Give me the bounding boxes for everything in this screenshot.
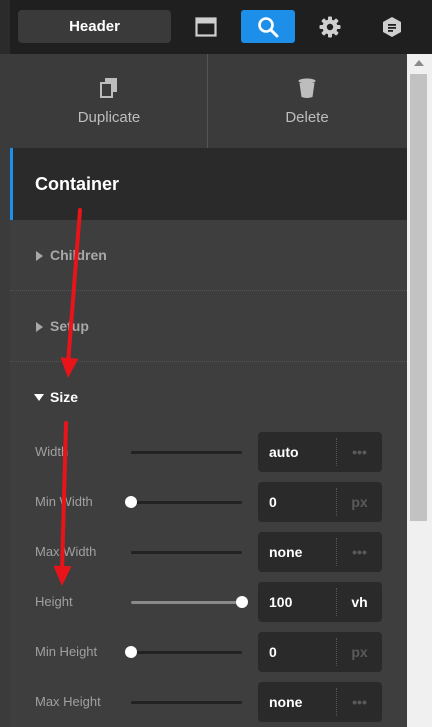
size-prop-row: Min Height 0 px <box>10 632 407 682</box>
slider-knob[interactable] <box>125 496 137 508</box>
more-options-icon[interactable]: ••• <box>337 682 382 722</box>
element-panel: Duplicate Delete Container Children Setu… <box>10 54 407 727</box>
section-children[interactable]: Children <box>10 220 407 291</box>
prop-value-input[interactable]: none ••• <box>258 532 382 572</box>
section-children-label: Children <box>50 247 107 263</box>
prop-label: Max Width <box>35 544 97 559</box>
prop-label: Width <box>35 444 69 459</box>
prop-slider[interactable] <box>131 551 242 554</box>
delete-label: Delete <box>285 108 329 126</box>
prop-slider[interactable] <box>131 651 242 654</box>
slider-knob[interactable] <box>125 646 137 658</box>
prop-value: none <box>269 544 303 560</box>
prop-value-input[interactable]: 0 px <box>258 482 382 522</box>
gear-icon[interactable] <box>303 10 357 43</box>
prop-value-input[interactable]: none ••• <box>258 682 382 722</box>
section-size-label: Size <box>50 389 79 405</box>
size-prop-row: Max Width none ••• <box>10 532 407 582</box>
unit-selector[interactable]: px <box>337 482 382 522</box>
prop-label: Min Height <box>35 644 98 659</box>
caret-down-icon <box>34 362 44 433</box>
more-options-icon[interactable]: ••• <box>337 432 382 472</box>
element-title: Container <box>35 174 120 194</box>
header-button[interactable]: Header <box>18 10 171 43</box>
scrollbar[interactable] <box>407 54 432 727</box>
prop-value-input[interactable]: 100 vh <box>258 582 382 622</box>
prop-value-input[interactable]: 0 px <box>258 632 382 672</box>
scroll-thumb[interactable] <box>410 74 427 521</box>
layout-icon[interactable] <box>179 10 233 43</box>
prop-slider[interactable] <box>131 451 242 454</box>
delete-button[interactable]: Delete <box>208 54 406 148</box>
top-toolbar: Header <box>0 0 432 54</box>
slider-knob[interactable] <box>236 596 248 608</box>
prop-slider[interactable] <box>131 601 242 604</box>
prop-label: Height <box>35 594 73 609</box>
prop-value: auto <box>269 444 299 460</box>
unit-selector[interactable]: vh <box>337 582 382 622</box>
prop-label: Min Width <box>35 494 93 509</box>
more-options-icon[interactable]: ••• <box>337 532 382 572</box>
trash-icon <box>298 78 316 98</box>
element-title-row[interactable]: Container <box>10 148 407 220</box>
prop-slider[interactable] <box>131 701 242 704</box>
prop-value-input[interactable]: auto ••• <box>258 432 382 472</box>
size-prop-row: Min Width 0 px <box>10 482 407 532</box>
size-prop-row: Width auto ••• <box>10 432 407 482</box>
prop-slider[interactable] <box>131 501 242 504</box>
action-bar: Duplicate Delete <box>10 54 407 149</box>
toolbar-edge <box>0 0 10 54</box>
section-setup-label: Setup <box>50 318 89 334</box>
duplicate-button[interactable]: Duplicate <box>10 54 208 148</box>
prop-value: none <box>269 694 303 710</box>
prop-value: 0 <box>269 494 277 510</box>
size-prop-row: Height 100 vh <box>10 582 407 632</box>
caret-right-icon <box>36 291 43 362</box>
section-setup[interactable]: Setup <box>10 291 407 362</box>
size-prop-row: Max Height none ••• <box>10 682 407 727</box>
prop-value: 0 <box>269 644 277 660</box>
duplicate-label: Duplicate <box>77 108 141 126</box>
caret-right-icon <box>36 220 43 291</box>
scroll-up-icon[interactable] <box>414 60 424 66</box>
search-icon[interactable] <box>241 10 295 43</box>
prop-value: 100 <box>269 594 293 610</box>
hexagon-badge-icon[interactable] <box>365 10 419 43</box>
prop-label: Max Height <box>35 694 101 709</box>
section-size[interactable]: Size <box>10 362 407 433</box>
unit-selector[interactable]: px <box>337 632 382 672</box>
duplicate-icon <box>100 77 117 98</box>
